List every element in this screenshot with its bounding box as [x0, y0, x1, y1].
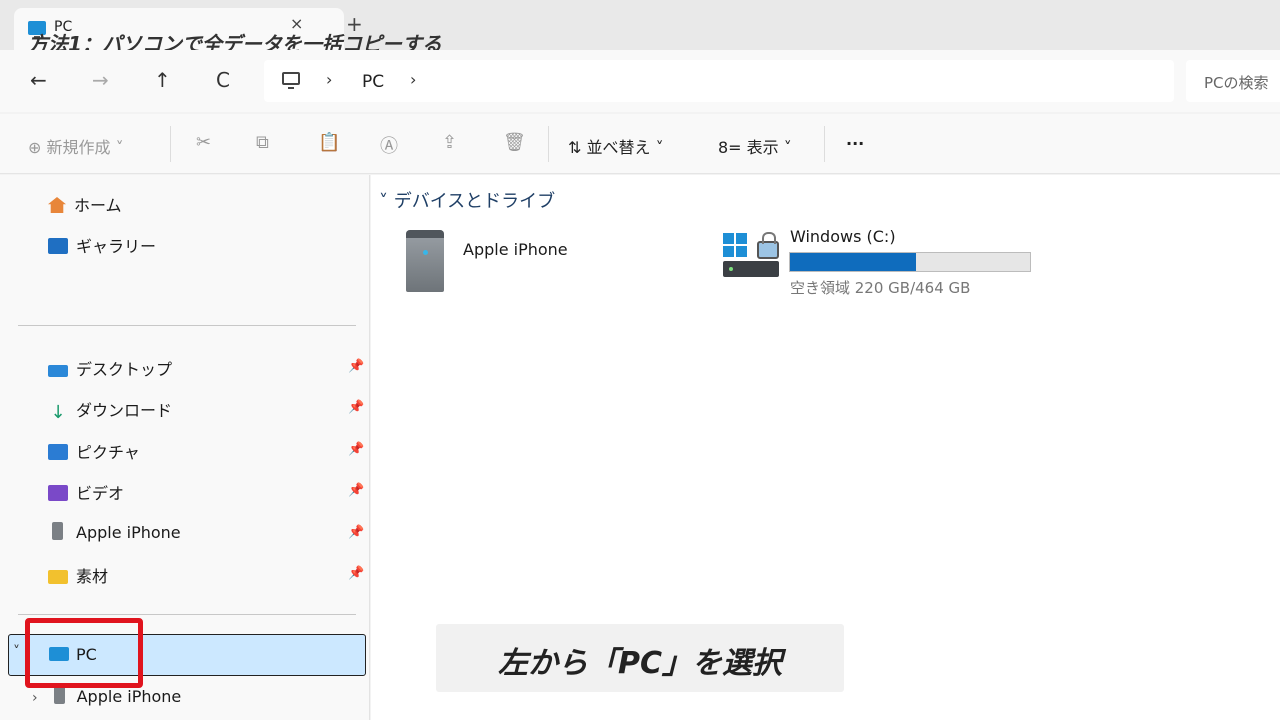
desktop-icon — [48, 365, 68, 377]
sidebar-item-label: ピクチャ — [76, 443, 140, 462]
sidebar-item-label: Apple iPhone — [76, 523, 181, 542]
search-box[interactable]: PCの検索 — [1186, 60, 1280, 102]
folder-icon — [48, 570, 68, 584]
forward-button[interactable]: → — [92, 68, 109, 92]
sidebar-item-pictures[interactable]: ピクチャ — [48, 439, 140, 463]
up-button[interactable]: ↑ — [154, 68, 171, 92]
address-bar[interactable]: › PC › — [264, 60, 1174, 102]
view-button[interactable]: 8= 表示 ˅ — [718, 134, 792, 158]
sidebar-item-home[interactable]: ホーム — [48, 192, 122, 216]
sidebar-item-label: 素材 — [76, 567, 109, 586]
iphone-icon — [52, 522, 63, 540]
sidebar-item-label: ホーム — [74, 196, 122, 215]
drive-usage-fill — [790, 253, 917, 271]
iphone-icon — [53, 686, 65, 704]
drive-usage-bar — [789, 252, 1031, 272]
sidebar-item-label: ダウンロード — [76, 401, 173, 420]
videos-icon — [48, 485, 68, 501]
share-icon[interactable]: ⇪ — [442, 132, 457, 153]
sidebar-divider — [18, 325, 356, 326]
back-button[interactable]: ← — [30, 68, 47, 92]
sidebar-item-label: ビデオ — [76, 484, 125, 503]
command-bar: ⊕ 新規作成 ˅ ✂ ⧉ 📋 Ⓐ ⇪ 🗑 ⇅ 並べ替え ˅ 8= 表示 ˅ ··… — [0, 114, 1280, 174]
sidebar-item-desktop[interactable]: デスクトップ — [48, 356, 172, 380]
breadcrumb-chevron-icon[interactable]: › — [326, 70, 332, 89]
drive-icon — [723, 232, 785, 283]
rename-icon[interactable]: Ⓐ — [380, 132, 398, 158]
windows-logo-icon — [723, 233, 747, 257]
device-label: Apple iPhone — [463, 240, 568, 259]
instruction-caption: 左から「PC」を選択 — [436, 624, 844, 692]
drive-label: Windows (C:) — [790, 227, 896, 246]
iphone-icon — [406, 230, 444, 292]
sort-button[interactable]: ⇅ 並べ替え ˅ — [568, 134, 664, 158]
sidebar-item-label: Apple iPhone — [76, 687, 182, 706]
pin-icon[interactable]: 📌 — [348, 442, 364, 457]
gallery-icon — [48, 238, 68, 254]
copy-icon[interactable]: ⧉ — [256, 132, 269, 153]
pin-icon[interactable]: 📌 — [348, 525, 364, 540]
drive-free-space: 空き領域 220 GB/464 GB — [790, 279, 971, 297]
pin-icon[interactable]: 📌 — [348, 566, 364, 581]
sidebar-item-downloads[interactable]: ↓ ダウンロード — [48, 397, 173, 423]
lock-icon — [757, 232, 779, 259]
sidebar-item-gallery[interactable]: ギャラリー — [48, 233, 156, 257]
group-header-devices-drives[interactable]: ˅ デバイスとドライブ — [379, 187, 555, 213]
sidebar-item-pc-apple-iphone[interactable]: › Apple iPhone — [32, 686, 181, 706]
home-icon — [48, 197, 66, 213]
sidebar-item-label: ギャラリー — [76, 237, 157, 256]
download-icon: ↓ — [50, 402, 66, 423]
highlight-box — [25, 618, 143, 688]
pin-icon[interactable]: 📌 — [348, 359, 364, 374]
address-row: ← → ↑ C › PC › PCの検索 — [0, 50, 1280, 112]
pc-icon — [282, 72, 300, 89]
breadcrumb-pc[interactable]: PC — [362, 72, 384, 92]
new-button[interactable]: ⊕ 新規作成 ˅ — [28, 134, 124, 158]
pictures-icon — [48, 444, 68, 460]
toolbar-divider — [170, 126, 171, 162]
refresh-button[interactable]: C — [216, 68, 230, 92]
expand-chevron-icon[interactable]: › — [32, 690, 38, 706]
paste-icon[interactable]: 📋 — [318, 132, 340, 153]
sidebar-item-label: デスクトップ — [76, 360, 173, 379]
caption-text: 左から「PC」を選択 — [497, 646, 782, 681]
expand-chevron-icon[interactable]: ˅ — [13, 644, 20, 660]
toolbar-divider — [824, 126, 825, 162]
toolbar-divider — [548, 126, 549, 162]
sidebar-item-videos[interactable]: ビデオ — [48, 480, 124, 504]
cut-icon[interactable]: ✂ — [196, 132, 211, 153]
delete-icon[interactable]: 🗑 — [503, 132, 526, 153]
search-input[interactable]: PCの検索 — [1204, 72, 1269, 93]
pin-icon[interactable]: 📌 — [348, 400, 364, 415]
sidebar-item-sozai[interactable]: 素材 — [48, 563, 108, 587]
sidebar-item-apple-iphone[interactable]: Apple iPhone — [48, 522, 181, 542]
breadcrumb-chevron-icon[interactable]: › — [410, 70, 416, 89]
more-options-button[interactable]: ··· — [846, 134, 864, 153]
sidebar-divider — [18, 614, 356, 615]
pin-icon[interactable]: 📌 — [348, 483, 364, 498]
